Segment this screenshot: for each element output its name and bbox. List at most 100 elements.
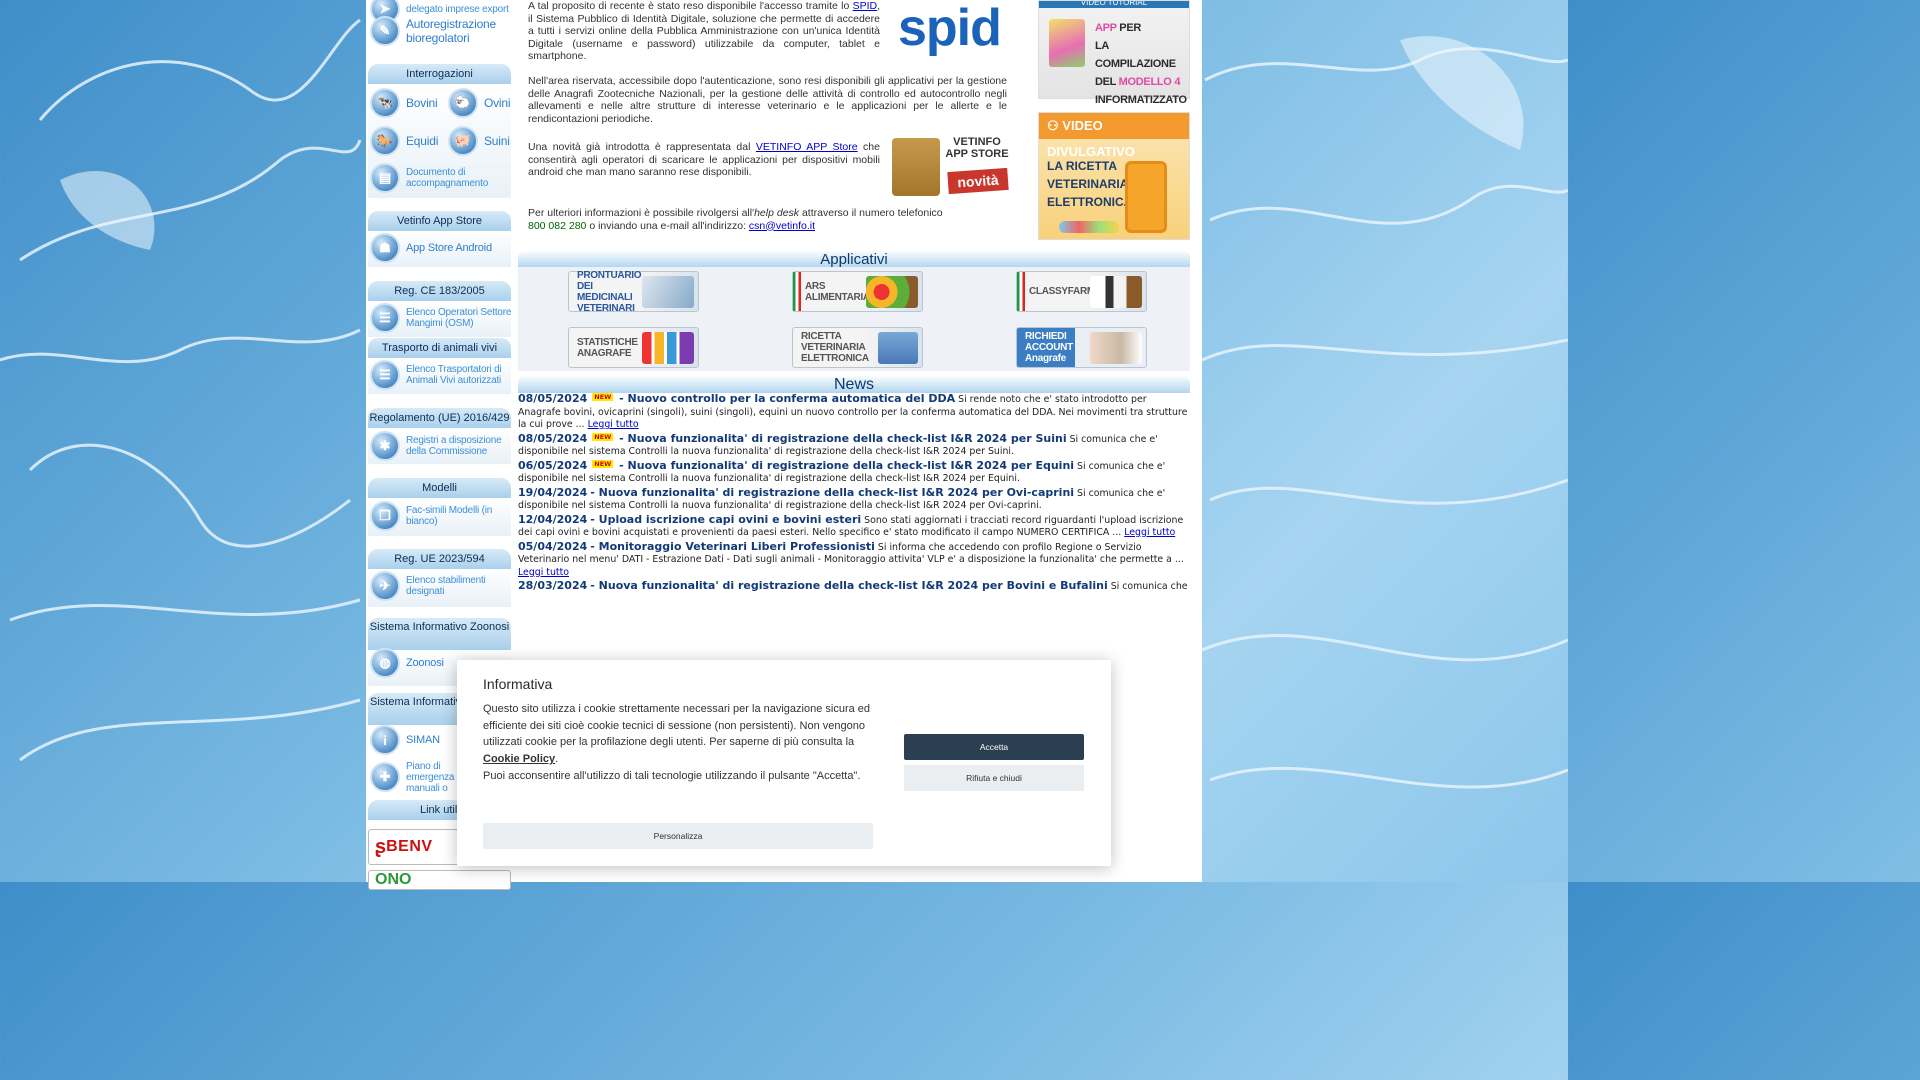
vetinfo-app-store-link[interactable]: VETINFO APP Store xyxy=(756,141,858,153)
laptop-icon xyxy=(878,332,918,364)
sidebar-item-autoregistrazione[interactable]: ✎ Autoregistrazione bioregolatori xyxy=(370,14,506,48)
help-desk-email-link[interactable]: csn@vetinfo.it xyxy=(749,220,815,232)
app-classyfarm[interactable]: CLASSYFARM xyxy=(1016,271,1147,312)
news-title-link[interactable]: Nuovo controllo per la conferma automati… xyxy=(628,392,956,405)
novita-badge: novità xyxy=(947,167,1009,195)
sidebar-section-reg-ue: Reg. UE 2023/594 xyxy=(368,549,511,569)
sidebar-section-reg-ce: Reg. CE 183/2005 xyxy=(368,281,511,301)
news-title-link[interactable]: Nuova funzionalita' di registrazione del… xyxy=(599,579,1108,592)
sidebar-item-label: Elenco stabilimenti designati xyxy=(406,575,486,597)
read-more-link[interactable]: Leggi tutto xyxy=(518,567,569,578)
ono-link[interactable]: ONO xyxy=(368,870,511,890)
italian-flag-icon xyxy=(793,272,801,311)
sidebar-item-equidi[interactable]: 🐎 Equidi xyxy=(370,124,438,158)
sidebar-item-label: App Store Android xyxy=(406,242,492,254)
ono-label: ONO xyxy=(375,871,412,888)
sidebar-item-label: delegato imprese export xyxy=(406,3,509,15)
sidebar-item-suini[interactable]: 🐖 Suini xyxy=(448,124,510,158)
app-ricetta-veterinaria[interactable]: RICETTA VETERINARIA ELETTRONICA xyxy=(792,327,923,368)
pencil-icon: ✎ xyxy=(370,16,400,46)
sidebar-item-label: Elenco Trasportatori di Animali Vivi aut… xyxy=(406,364,502,386)
sidebar-item-osm[interactable]: ☰ Elenco Operatori Settore Mangimi (OSM) xyxy=(370,301,512,335)
app-prontuario[interactable]: PRONTUARIO DEI MEDICINALI VETERINARI xyxy=(568,270,699,314)
veterinarian-icon xyxy=(1090,332,1142,364)
sidebar-item-bovini[interactable]: 🐄 Bovini xyxy=(370,86,438,120)
news-title-link[interactable]: Nuova funzionalita' di registrazione del… xyxy=(628,459,1075,472)
accept-button[interactable]: Accetta xyxy=(904,734,1084,760)
reject-button[interactable]: Rifiuta e chiudi xyxy=(904,765,1084,791)
pills-icon xyxy=(1059,221,1119,233)
news-item: 08/05/2024 NEW - Nuovo controllo per la … xyxy=(518,392,1188,430)
sidebar-item-label: Bovini xyxy=(406,96,438,110)
app-ars-alimentaria[interactable]: ARS ALIMENTARIA xyxy=(792,271,923,312)
news-title-link[interactable]: Nuova funzionalita' di registrazione del… xyxy=(628,432,1067,445)
news-title-link[interactable]: Monitoraggio Veterinari Liberi Professio… xyxy=(599,540,875,553)
intro-area-riservata-paragraph: Nell'area riservata, accessibile dopo l'… xyxy=(528,75,1007,125)
sidebar-section-trasporto: Trasporto di animali vivi xyxy=(368,338,511,358)
news-date: 08/05/2024 xyxy=(518,431,588,445)
pig-icon: 🐖 xyxy=(448,126,478,156)
shopping-bag-icon xyxy=(892,138,940,196)
italian-flag-icon xyxy=(1017,272,1025,311)
sidebar-item-app-store-android[interactable]: ☗ App Store Android xyxy=(370,231,492,265)
bar-chart-icon xyxy=(642,332,694,364)
globe-icon: ◍ xyxy=(370,648,400,678)
customize-button[interactable]: Personalizza xyxy=(483,823,873,849)
cross-icon: ✚ xyxy=(370,762,400,792)
spid-link[interactable]: SPID xyxy=(853,0,878,12)
sidebar-item-siman[interactable]: i SIMAN xyxy=(370,723,440,757)
horse-icon: 🐎 xyxy=(370,126,400,156)
android-icon: ☗ xyxy=(370,233,400,263)
app-richiedi-account[interactable]: RICHIEDI ACCOUNT Anagrafe xyxy=(1016,327,1147,368)
read-more-link[interactable]: Leggi tutto xyxy=(1124,527,1175,538)
news-item: 12/04/2024 - Upload iscrizione capi ovin… xyxy=(518,512,1184,538)
sidebar-item-documento[interactable]: ▤ Documento di accompagnamento xyxy=(370,161,501,195)
cookie-banner-text: Questo sito utilizza i cookie strettamen… xyxy=(483,703,871,782)
cookie-policy-link[interactable]: Cookie Policy xyxy=(483,753,555,765)
sidebar-item-piano[interactable]: ✚ Piano di emergenza e manuali o xyxy=(370,760,466,794)
video-tutorial-promo[interactable]: VIDEO TUTORIAL APP PER LA COMPILAZIONE D… xyxy=(1038,0,1190,106)
benv-label: BENV xyxy=(386,838,433,855)
sidebar-item-label: Ovini xyxy=(484,96,511,110)
news-title-link[interactable]: Upload iscrizione capi ovini e bovini es… xyxy=(599,513,862,526)
app-statistiche-anagrafe[interactable]: STATISTICHE ANAGRAFE xyxy=(568,327,699,368)
sidebar-item-facsimili[interactable]: ❐ Fac-simili Modelli (in bianco) xyxy=(370,499,496,533)
applicativi-grid: PRONTUARIO DEI MEDICINALI VETERINARI ARS… xyxy=(518,267,1190,371)
phone-prescription-icon xyxy=(1125,161,1167,233)
news-item: 06/05/2024 NEW - Nuova funzionalita' di … xyxy=(518,458,1166,484)
news-date: 19/04/2024 xyxy=(518,485,588,499)
news-date: 08/05/2024 xyxy=(518,392,588,405)
cookie-banner: Informativa Questo sito utilizza i cooki… xyxy=(457,660,1111,866)
video-divulgativo-promo[interactable]: ⚇ VIDEO DIVULGATIVO LA RICETTA VETERINAR… xyxy=(1038,112,1190,240)
fruits-vegetables-icon xyxy=(866,276,918,308)
sidebar-item-trasportatori[interactable]: ☰ Elenco Trasportatori di Animali Vivi a… xyxy=(370,358,512,392)
sidebar-section-modelli: Modelli xyxy=(368,478,511,498)
video-divulgativo-header: ⚇ VIDEO DIVULGATIVO xyxy=(1039,113,1189,159)
cookie-banner-title: Informativa xyxy=(483,676,553,692)
new-badge: NEW xyxy=(592,432,614,441)
sidebar-item-label: Equidi xyxy=(406,134,439,148)
video-tutorial-header: VIDEO TUTORIAL xyxy=(1039,1,1189,8)
intro-spid-paragraph: A tal proposito di recente è stato reso … xyxy=(528,0,880,62)
sidebar-item-ovini[interactable]: 🐑 Ovini xyxy=(448,86,511,120)
news-item: 28/03/2024 - Nuova funzionalita' di regi… xyxy=(518,579,1188,592)
sidebar-item-label: Fac-simili Modelli (in bianco) xyxy=(406,505,493,527)
farm-animals-icon xyxy=(1090,276,1142,308)
benv-logo-icon: ʂ xyxy=(375,835,387,858)
cow-icon: 🐄 xyxy=(370,88,400,118)
help-desk-phone: 800 082 280 xyxy=(528,219,587,232)
intro-help-desk-paragraph: Per ulteriori informazioni è possibile r… xyxy=(528,207,943,232)
sidebar-item-registri[interactable]: ✱ Registri a disposizione della Commissi… xyxy=(370,429,512,463)
sidebar-item-zoonosi[interactable]: ◍ Zoonosi xyxy=(370,646,444,680)
sidebar-item-label: Documento di accompagnamento xyxy=(406,167,489,189)
list-icon: ☰ xyxy=(370,360,400,390)
news-title-link[interactable]: Nuova funzionalita' di registrazione del… xyxy=(599,486,1074,499)
news-date: 06/05/2024 xyxy=(518,458,588,472)
sheep-icon: 🐑 xyxy=(448,88,478,118)
sidebar-section-app-store: Vetinfo App Store xyxy=(368,211,511,231)
app-store-promo-image[interactable]: VETINFO APP STORE novità xyxy=(892,128,1009,198)
page-right-gutter xyxy=(1192,0,1202,882)
people-icon: ⚇ xyxy=(1047,118,1063,133)
sidebar-item-stabilimenti[interactable]: ✈ Elenco stabilimenti designati xyxy=(370,569,496,603)
read-more-link[interactable]: Leggi tutto xyxy=(588,419,639,430)
